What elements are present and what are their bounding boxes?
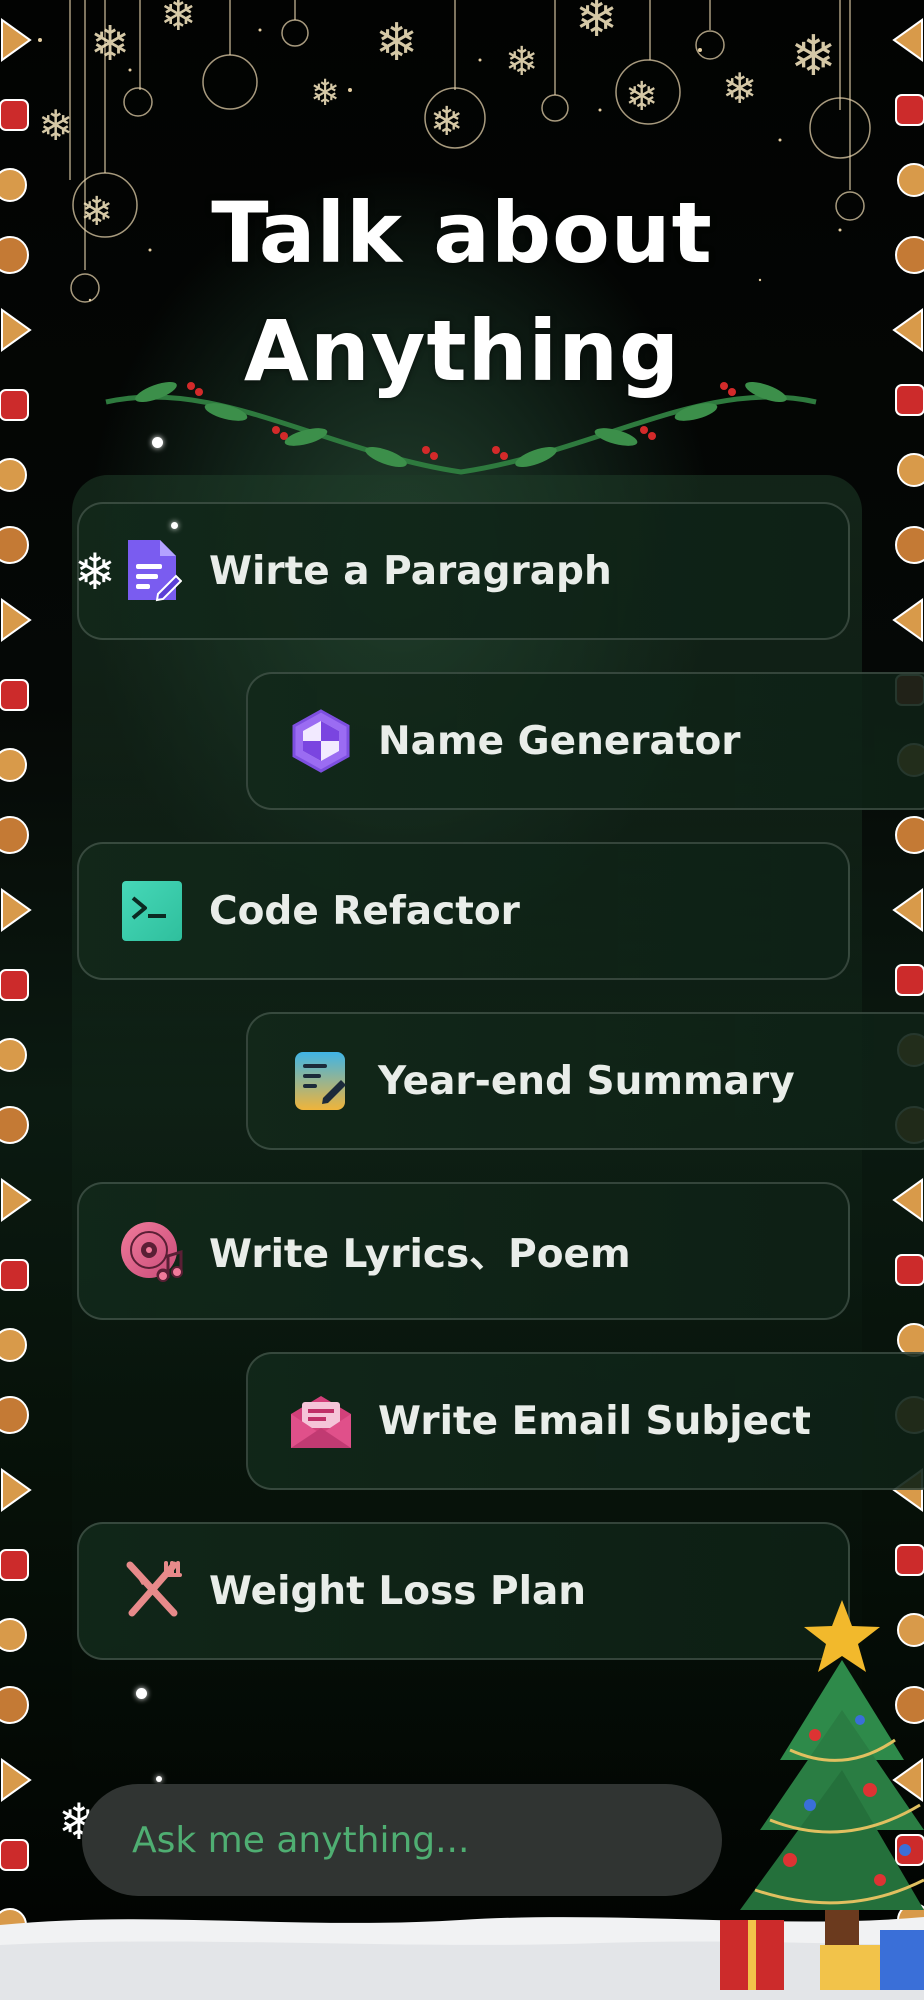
svg-text:❄: ❄ [625, 74, 659, 120]
snow-dot [156, 1776, 162, 1782]
prompt-label: Name Generator [378, 718, 741, 764]
chat-input[interactable] [130, 1818, 694, 1862]
prompt-card-year-end-summary[interactable]: Year-end Summary [246, 1012, 924, 1150]
svg-text:❄: ❄ [160, 0, 197, 41]
prompt-card-code-refactor[interactable]: Code Refactor [77, 842, 850, 980]
hexagon-icon [288, 708, 354, 774]
document-edit-icon [119, 538, 185, 604]
chat-input-container [82, 1784, 722, 1896]
prompt-label: Year-end Summary [378, 1058, 795, 1104]
snow-dot [171, 522, 178, 529]
terminal-icon [119, 878, 185, 944]
prompt-label: Code Refactor [209, 888, 520, 934]
notepad-icon [288, 1048, 354, 1114]
prompt-label: Write Lyrics、Poem [209, 1232, 631, 1277]
svg-text:❄: ❄ [505, 39, 539, 85]
prompt-card-write-email-subject[interactable]: Write Email Subject [246, 1352, 924, 1490]
svg-text:❄: ❄ [575, 0, 619, 49]
holly-garland-decoration [105, 382, 817, 475]
prompt-label: Write Email Subject [378, 1398, 811, 1444]
svg-text:❄: ❄ [310, 73, 340, 114]
fork-knife-icon [119, 1558, 185, 1624]
christmas-tree-decoration [720, 1600, 924, 1990]
prompt-card-write-lyrics-poem[interactable]: Write Lyrics、Poem [77, 1182, 850, 1320]
envelope-icon [288, 1388, 354, 1454]
snow-dot [136, 1688, 147, 1699]
prompt-card-name-generator[interactable]: Name Generator [246, 672, 924, 810]
prompt-label: Weight Loss Plan [209, 1568, 587, 1614]
svg-text:❄: ❄ [375, 13, 419, 73]
title-line-1: Talk about [211, 184, 713, 283]
svg-text:❄: ❄ [90, 16, 130, 72]
svg-text:❄: ❄ [722, 64, 757, 113]
prompt-label: Wirte a Paragraph [209, 548, 612, 594]
music-disc-icon [119, 1218, 185, 1284]
snow-dot [152, 437, 163, 448]
snowflake-icon: ❄ [74, 543, 116, 601]
svg-text:❄: ❄ [430, 99, 464, 145]
svg-text:❄: ❄ [790, 24, 837, 89]
prompt-card-write-paragraph[interactable]: Wirte a Paragraph [77, 502, 850, 640]
